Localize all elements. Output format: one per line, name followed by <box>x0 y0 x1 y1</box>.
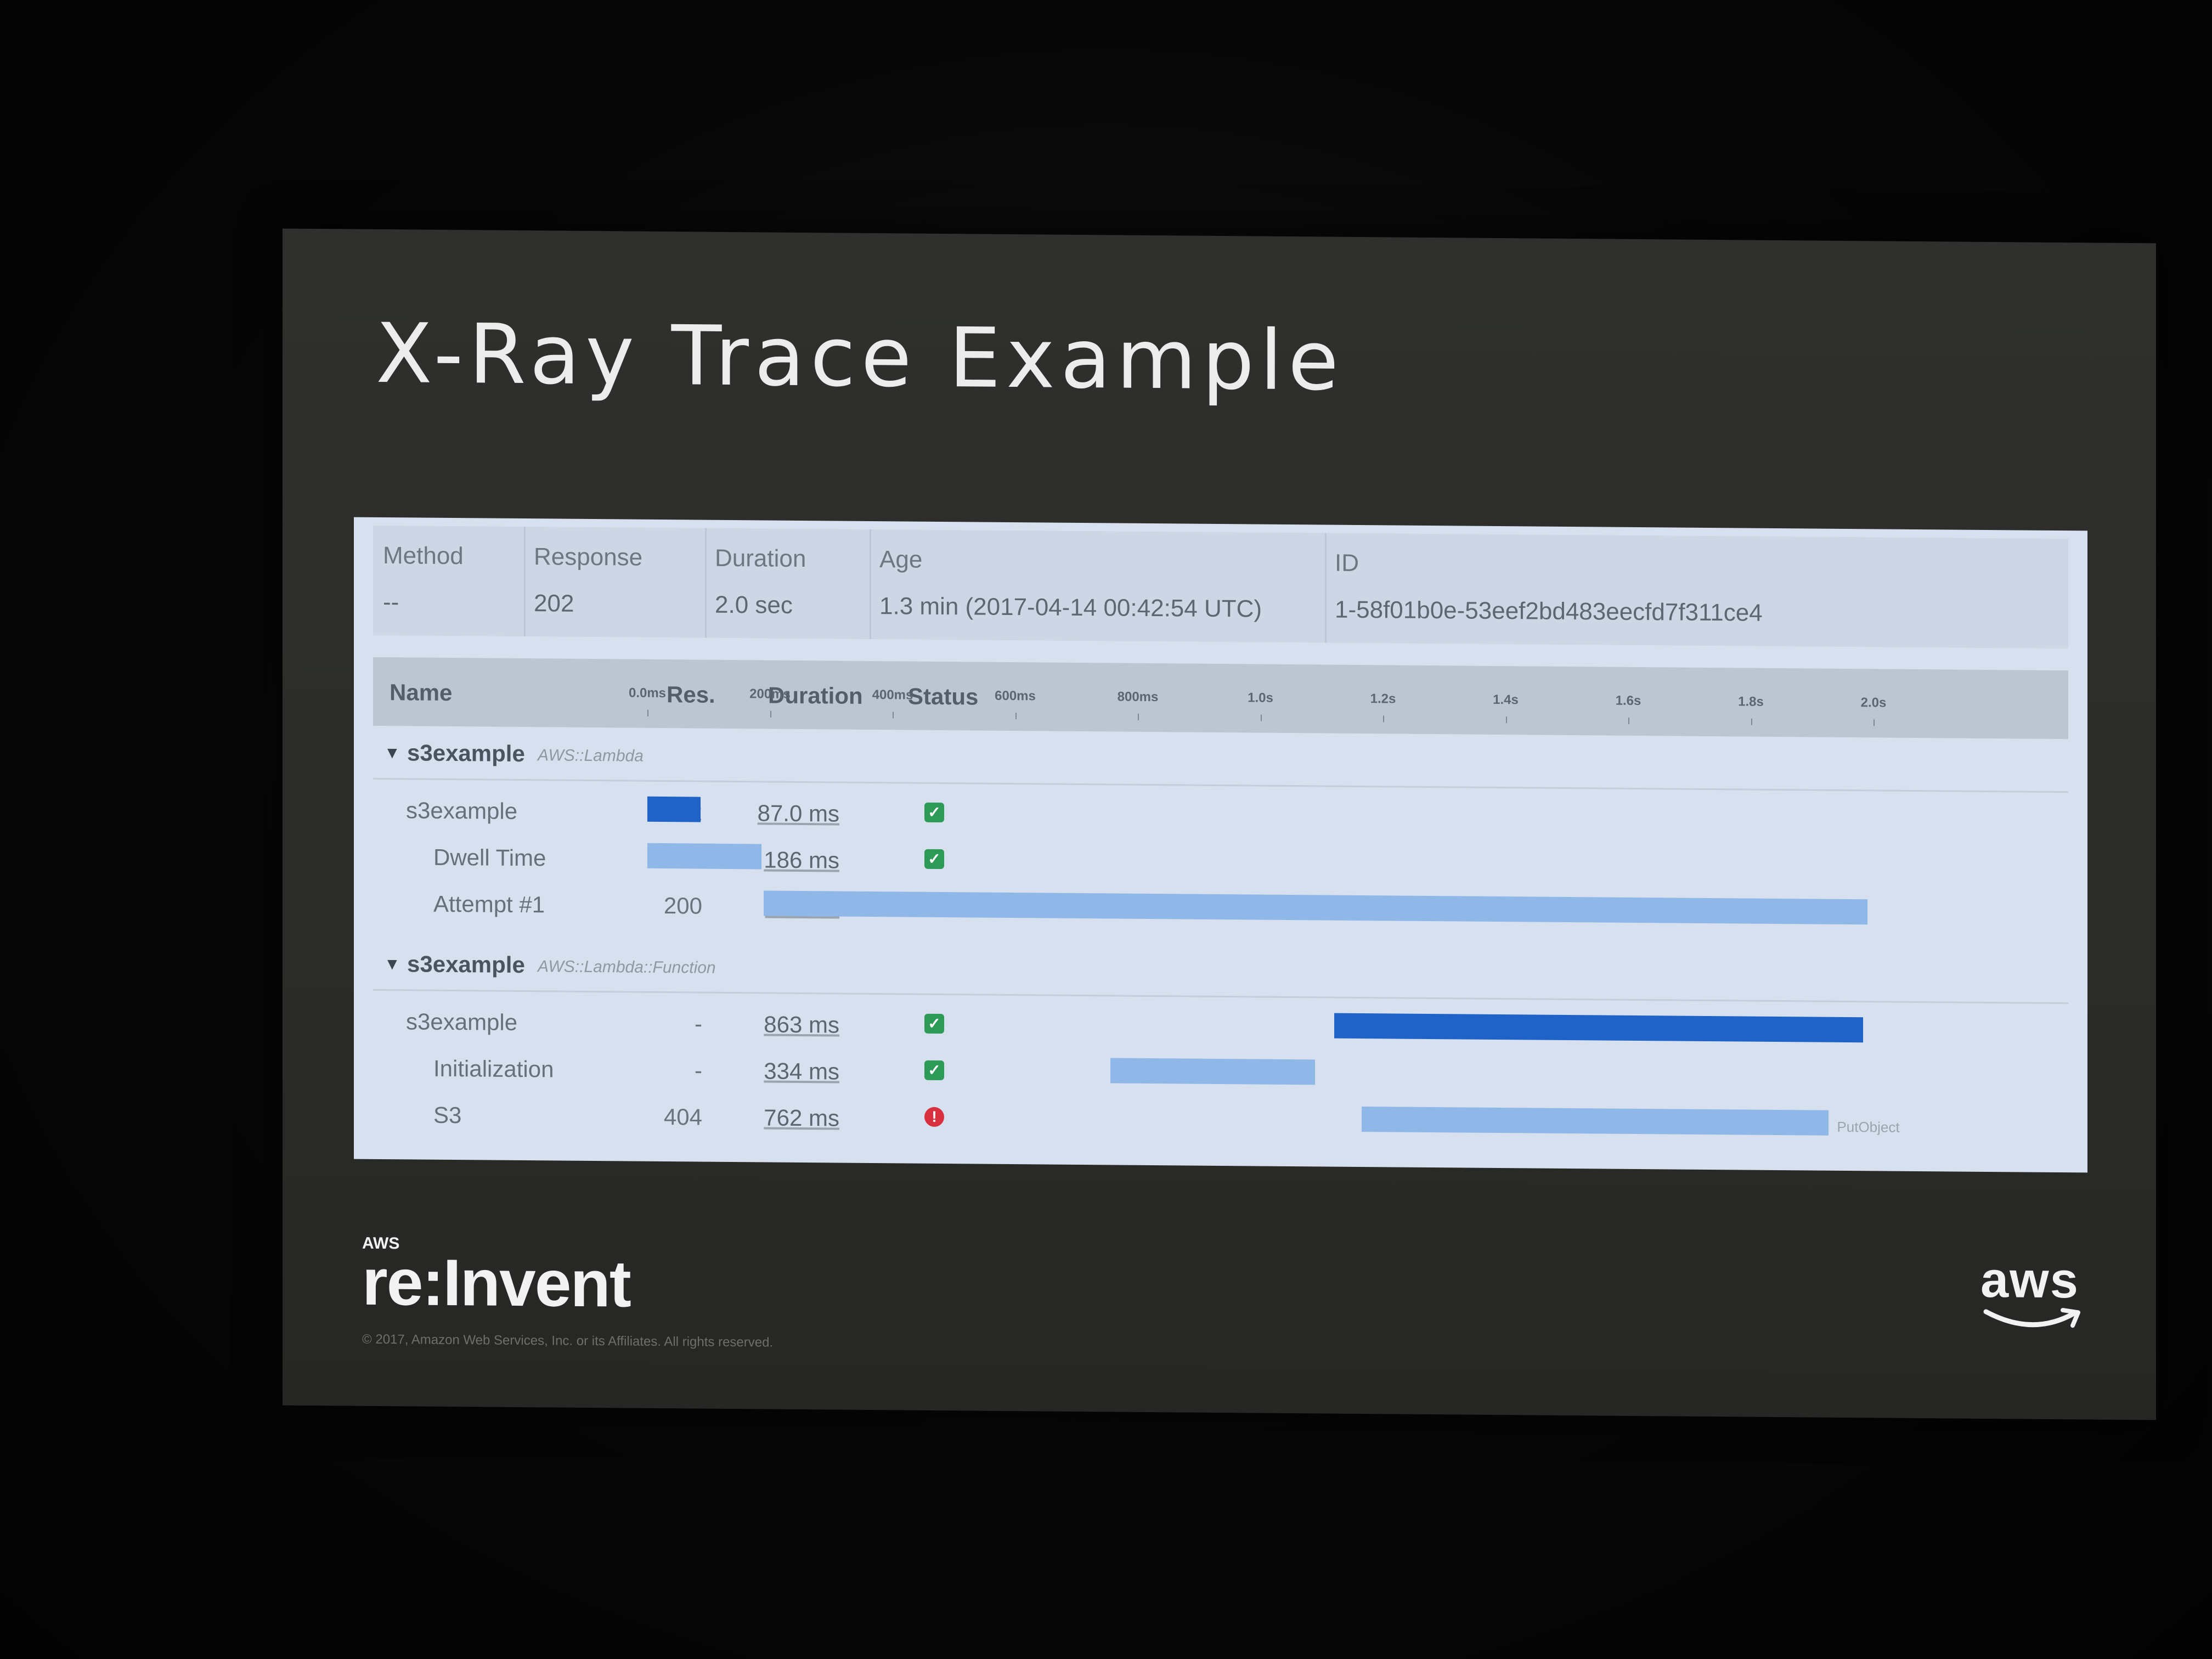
timeline-tick-mark <box>647 709 648 716</box>
timeline-tick-label: 2.0s <box>1860 695 1887 710</box>
timeline-tick-label: 1.2s <box>1370 691 1396 707</box>
checkbox-check-icon: ✓ <box>924 849 944 870</box>
timeline-tick-mark <box>1751 718 1752 725</box>
timeline-tick-label: 1.4s <box>1493 692 1519 708</box>
timeline-header: Name Res. Duration Status 0.0ms 200ms 400m… <box>373 657 2068 740</box>
caret-down-icon[interactable]: ▼ <box>384 744 400 763</box>
timeline-tick-label: 800ms <box>1117 689 1159 705</box>
aws-smile-icon <box>1983 1308 2080 1328</box>
timeline-tick-label: 400ms <box>872 687 913 703</box>
segment-name[interactable]: S3 <box>433 1102 461 1128</box>
timeline-tick-label: 600ms <box>995 688 1036 704</box>
timeline-tick-mark <box>1628 717 1629 724</box>
timeline-tick-mark <box>893 712 894 719</box>
summary-age: Age 1.3 min (2017-04-14 00:42:54 UTC) <box>870 529 1327 643</box>
timeline-tick-mark <box>1383 715 1384 723</box>
summary-duration: Duration 2.0 sec <box>705 528 871 640</box>
segment-name[interactable]: s3example <box>406 797 517 825</box>
timeline-tick-label: 1.6s <box>1615 693 1641 709</box>
segment-group-header[interactable]: ▼ s3example AWS::Lambda::Function <box>373 939 2068 1005</box>
checkbox-check-icon: ✓ <box>924 1060 944 1081</box>
segment-response: 404 <box>663 1104 702 1130</box>
segment-timeline-bar[interactable] <box>1334 1013 1863 1043</box>
xray-trace-panel: Method -- Response 202 Duration 2.0 sec … <box>354 517 2087 1173</box>
summary-method: Method -- <box>373 525 526 637</box>
timeline-tick-label: 200ms <box>749 686 791 702</box>
timeline-tick-mark <box>1138 713 1139 720</box>
segment-duration[interactable]: 334 ms <box>746 1058 839 1085</box>
timeline-tick-mark <box>1874 719 1875 726</box>
timeline-tick-mark <box>770 710 771 718</box>
group-name: s3example <box>407 740 525 767</box>
aws-logo: aws <box>1980 1251 2085 1334</box>
segment-duration[interactable]: 762 ms <box>746 1104 839 1131</box>
col-header-name[interactable]: Name <box>390 679 452 706</box>
timeline-tick-label: 1.8s <box>1738 694 1764 709</box>
group-name: s3example <box>407 951 525 978</box>
presentation-slide: X-Ray Trace Example Method -- Response 2… <box>283 228 2156 1420</box>
timeline-tick-mark <box>1505 716 1507 724</box>
segment-duration[interactable]: 87.0 ms <box>746 800 839 827</box>
timeline-tick-label: 1.0s <box>1248 690 1273 706</box>
segment-group-header[interactable]: ▼ s3example AWS::Lambda <box>373 728 2068 793</box>
caret-down-icon[interactable]: ▼ <box>384 955 400 974</box>
copyright-text: © 2017, Amazon Web Services, Inc. or its… <box>362 1331 774 1350</box>
summary-id[interactable]: ID 1-58f01b0e-53eef2bd483eecfd7f311ce4 <box>1325 533 2068 649</box>
slide-title: X-Ray Trace Example <box>376 306 1345 409</box>
checkbox-check-icon: ✓ <box>924 1013 944 1034</box>
col-header-status[interactable]: Status <box>908 684 978 710</box>
segment-duration[interactable]: 863 ms <box>746 1011 839 1038</box>
segment-name[interactable]: Initialization <box>433 1056 554 1083</box>
segment-timeline-bar[interactable] <box>1361 1107 1829 1136</box>
timeline-tick-label: 0.0ms <box>628 685 667 701</box>
timeline-tick-mark <box>1260 714 1262 721</box>
col-header-res[interactable]: Res. <box>667 681 715 708</box>
error-circle-icon: ! <box>924 1107 944 1127</box>
segment-response: - <box>695 1057 702 1084</box>
segment-timeline-bar[interactable] <box>647 796 701 822</box>
timeline-ticks: 0.0ms 200ms 400ms 600ms 800ms 1.0s 1.2s 1.4s 1.6… <box>373 657 2068 726</box>
segment-name[interactable]: s3example <box>406 1008 517 1036</box>
group-type: AWS::Lambda <box>538 746 644 765</box>
segment-name[interactable]: Dwell Time <box>433 844 546 872</box>
checkbox-check-icon: ✓ <box>924 802 944 823</box>
group-type: AWS::Lambda::Function <box>538 957 716 977</box>
segment-name[interactable]: Attempt #1 <box>433 891 545 918</box>
segment-timeline-bar[interactable] <box>647 843 761 870</box>
segment-response: 200 <box>663 893 702 919</box>
segment-response: - <box>695 1011 702 1037</box>
segment-timeline-bar[interactable] <box>764 890 1867 925</box>
summary-response: Response 202 <box>524 527 707 638</box>
segment-timeline-bar[interactable] <box>1110 1058 1315 1085</box>
segment-annotation: PutObject <box>1837 1118 1900 1136</box>
timeline-tick-mark <box>1015 713 1017 720</box>
trace-summary: Method -- Response 202 Duration 2.0 sec … <box>373 525 2068 649</box>
